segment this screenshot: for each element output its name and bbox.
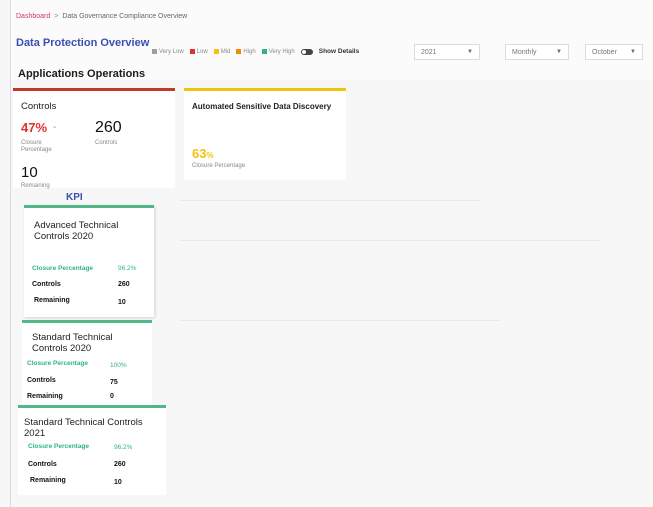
very-high-swatch [261, 49, 267, 54]
chevron-down-icon: ▼ [556, 49, 562, 55]
empty-area-line [180, 200, 480, 201]
closure-percentage-value: 47% [21, 120, 48, 135]
sdd-closure-percentage-label: Closure Percentage [192, 163, 246, 169]
controls-card-title: Controls [21, 101, 57, 112]
breadcrumb-home-link[interactable]: Dashboard [16, 13, 50, 20]
low-swatch [189, 49, 195, 54]
breadcrumb-current: Data Governance Compliance Overview [62, 13, 188, 20]
controls-label: Controls [32, 281, 61, 288]
legend-mid: Mid [213, 49, 230, 55]
sdd-closure-percentage-value: 63% [192, 146, 214, 161]
kpi-card-standard-2020[interactable]: Standard Technical Controls 2020 Closure… [22, 320, 152, 406]
remaining-value: 10 [21, 164, 38, 181]
show-details-toggle[interactable] [300, 48, 313, 55]
controls-label: Controls [28, 461, 57, 468]
legend-very-high: Very High [261, 49, 295, 55]
remaining-label: Remaining [30, 477, 66, 484]
sensitive-data-discovery-card[interactable]: Automated Sensitive Data Discovery 63% C… [184, 88, 346, 180]
breadcrumb: Dashboard > Data Governance Compliance Ove… [16, 13, 187, 20]
chevron-down-icon: ▼ [630, 49, 636, 55]
remaining-value: 0 [110, 393, 114, 400]
legend-low: Low [189, 49, 208, 55]
show-details-label: Show Details [318, 48, 360, 55]
empty-area-line [180, 320, 500, 321]
closure-percentage-value: 100% [110, 362, 127, 369]
kpi-card-title: Standard Technical Controls 2021 [24, 417, 143, 439]
remaining-label: Remaining [34, 297, 70, 304]
controls-value: 260 [114, 461, 126, 468]
controls-label: Controls [27, 377, 56, 384]
section-title: Applications Operations [18, 68, 146, 80]
controls-count-label: Controls [95, 140, 118, 146]
closure-trend: - [53, 122, 57, 133]
very-low-swatch [152, 49, 157, 54]
breadcrumb-separator: > [54, 13, 59, 20]
mid-swatch [213, 49, 219, 54]
controls-value: 75 [110, 379, 118, 386]
sensitive-data-discovery-title: Automated Sensitive Data Discovery [192, 102, 332, 111]
closure-percentage-value: 96.2% [118, 265, 137, 272]
controls-count-value: 260 [95, 119, 122, 136]
legend-high: High [236, 49, 256, 55]
chevron-down-icon: ▼ [467, 49, 473, 55]
high-swatch [236, 49, 242, 54]
severity-legend: Very Low Low Mid High Very High Show Det… [152, 48, 359, 55]
kpi-heading: KPI [66, 192, 83, 203]
kpi-card-standard-2021[interactable]: Standard Technical Controls 2021 Closure… [18, 405, 166, 495]
remaining-label: Remaining [27, 393, 63, 400]
controls-value: 260 [118, 281, 130, 288]
kpi-card-advanced-2020[interactable]: Advanced Technical Controls 2020 Closure… [24, 205, 154, 317]
empty-area-line [180, 240, 600, 241]
closure-percentage-label: Closure Percentage [32, 265, 94, 272]
legend-very-low: Very Low [152, 49, 184, 55]
closure-percentage-value: 96.2% [114, 444, 133, 451]
remaining-value: 10 [114, 479, 122, 486]
closure-percentage-label: Closure Percentage [21, 140, 52, 153]
remaining-value: 10 [118, 299, 126, 306]
month-select[interactable]: October ▼ [585, 44, 643, 60]
period-select[interactable]: Monthly ▼ [505, 44, 569, 60]
closure-percentage-label: Closure Percentage [28, 443, 90, 450]
closure-percentage-label: Closure Percentage [27, 360, 89, 367]
controls-card[interactable]: Controls 47% - Closure Percentage 260 Co… [13, 88, 175, 189]
page-title: Data Protection Overview [16, 37, 150, 49]
remaining-label: Remaining [21, 183, 50, 189]
kpi-card-title: Standard Technical Controls 2020 [32, 332, 113, 354]
kpi-card-title: Advanced Technical Controls 2020 [34, 220, 119, 242]
year-select[interactable]: 2021 ▼ [414, 44, 480, 60]
left-border [10, 0, 11, 507]
